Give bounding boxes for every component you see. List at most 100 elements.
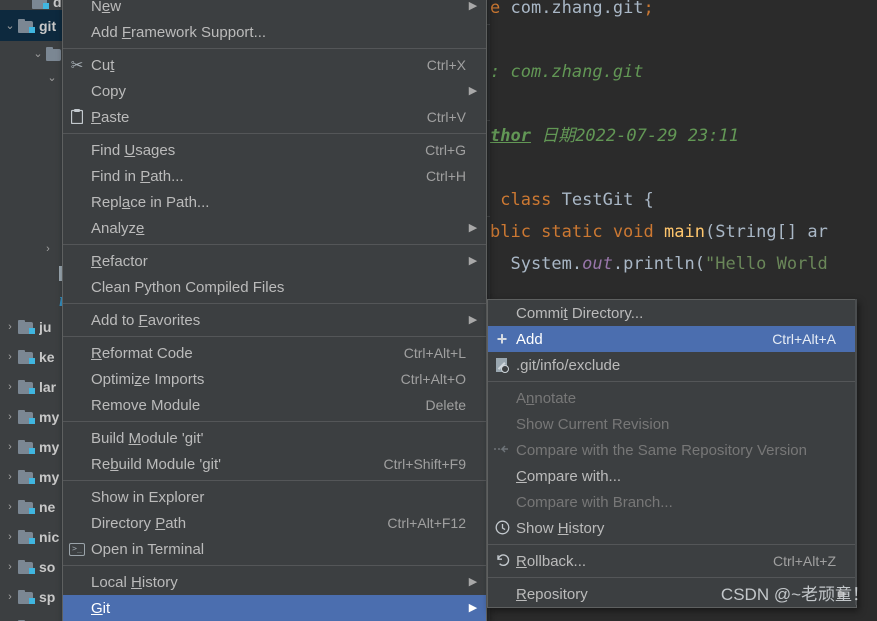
menu-item-annotate: Annotate xyxy=(488,385,856,411)
menu-item-remove-module[interactable]: Remove Module Delete xyxy=(63,392,486,418)
tree-row[interactable]: ⌄ git xyxy=(0,10,62,41)
tree-row-label: my xyxy=(39,408,60,425)
chevron-right-icon[interactable]: › xyxy=(2,321,18,333)
menu-item-icon-slot: ✂ xyxy=(63,58,91,73)
menu-item-shortcut: Ctrl+Alt+A xyxy=(772,331,836,347)
menu-item-clean-python-compiled-files[interactable]: Clean Python Compiled Files xyxy=(63,274,486,300)
menu-item-rollback[interactable]: Rollback... Ctrl+Alt+Z xyxy=(488,548,856,574)
menu-item-shortcut: Ctrl+X xyxy=(426,57,466,73)
menu-item-analyze[interactable]: Analyze ▶ xyxy=(63,215,486,241)
code-token: "Hello World xyxy=(704,254,828,274)
chevron-down-icon[interactable]: ⌄ xyxy=(30,47,46,60)
menu-item-build-module-git[interactable]: Build Module 'git' xyxy=(63,425,486,451)
menu-item-label: Refactor xyxy=(91,252,148,270)
clipboard-icon xyxy=(70,108,84,126)
chevron-right-icon[interactable]: › xyxy=(40,243,56,255)
menu-item-commit-directory[interactable]: Commit Directory... xyxy=(488,300,856,326)
chevron-down-icon[interactable]: ⌄ xyxy=(44,71,60,84)
tree-row-label: ju xyxy=(39,318,52,335)
tree-row[interactable]: › my xyxy=(0,461,62,492)
tree-row[interactable]: ⌄ xyxy=(0,62,62,93)
menu-item-icon-slot: >_ xyxy=(63,542,91,556)
clock-icon xyxy=(495,520,510,537)
menu-item-replace-in-path[interactable]: Replace in Path... xyxy=(63,189,486,215)
tree-row[interactable]: › ne xyxy=(0,491,62,522)
chevron-right-icon[interactable]: › xyxy=(2,381,18,393)
menu-item-paste[interactable]: Paste Ctrl+V xyxy=(63,104,486,130)
menu-item-local-history[interactable]: Local History ▶ xyxy=(63,569,486,595)
menu-item-label: Add xyxy=(516,330,543,348)
tree-row[interactable]: › ke xyxy=(0,341,62,372)
menu-separator xyxy=(488,544,856,545)
menu-separator xyxy=(488,577,856,578)
menu-item-reformat-code[interactable]: Reformat Code Ctrl+Alt+L xyxy=(63,340,486,366)
chevron-right-icon[interactable]: › xyxy=(2,471,18,483)
git-submenu[interactable]: Commit Directory... + Add Ctrl+Alt+A .git/in… xyxy=(487,299,857,608)
folder-icon xyxy=(46,46,62,61)
context-menu[interactable]: New ▶ Add Framework Support... ✂ Cut Ctrl+X Co… xyxy=(62,0,487,621)
terminal-icon: >_ xyxy=(69,542,85,556)
menu-item-directory-path[interactable]: Directory Path Ctrl+Alt+F12 xyxy=(63,510,486,536)
menu-item-shortcut: Ctrl+H xyxy=(425,168,466,184)
menu-item-add-to-favorites[interactable]: Add to Favorites ▶ xyxy=(63,307,486,333)
menu-item-label: Build Module 'git' xyxy=(91,429,204,447)
code-token: class xyxy=(490,190,562,210)
chevron-right-icon[interactable]: › xyxy=(2,501,18,513)
menu-item-find-in-path[interactable]: Find in Path... Ctrl+H xyxy=(63,163,486,189)
chevron-right-icon[interactable]: › xyxy=(2,561,18,573)
menu-item-git[interactable]: Git ▶ xyxy=(63,595,486,621)
tree-row[interactable]: ›sp xyxy=(0,581,62,612)
chevron-right-icon[interactable]: › xyxy=(2,411,18,423)
menu-item-show-history[interactable]: Show History xyxy=(488,515,856,541)
menu-item-git-info-exclude[interactable]: .git/info/exclude xyxy=(488,352,856,378)
menu-item-compare-with-same-repository-version: Compare with the Same Repository Version xyxy=(488,437,856,463)
menu-item-label: Show History xyxy=(516,519,605,537)
project-tree[interactable]: de⌄git⌄⌄›m›ju›ke›lar›my›my›my›ne›nic›so›… xyxy=(0,0,62,621)
tree-row[interactable]: ›sp xyxy=(0,611,62,621)
menu-item-label: Copy xyxy=(91,82,127,100)
menu-item-find-usages[interactable]: Find Usages Ctrl+G xyxy=(63,137,486,163)
module-folder-icon xyxy=(18,529,35,544)
tree-row[interactable]: › my xyxy=(0,431,62,462)
tree-row[interactable]: › lar xyxy=(0,371,62,402)
chevron-down-icon[interactable]: ⌄ xyxy=(2,19,18,32)
menu-separator xyxy=(63,48,486,49)
menu-item-compare-with[interactable]: Compare with... xyxy=(488,463,856,489)
tree-row[interactable]: › ju xyxy=(0,311,62,342)
submenu-arrow-icon: ▶ xyxy=(468,221,478,234)
menu-item-shortcut: Ctrl+Alt+O xyxy=(400,371,466,387)
tree-row[interactable]: › so xyxy=(0,551,62,582)
menu-item-label: Cut xyxy=(91,56,115,74)
module-folder-icon xyxy=(18,349,35,364)
menu-item-shortcut: Ctrl+Alt+Z xyxy=(772,553,836,569)
menu-item-open-in-terminal[interactable]: >_ Open in Terminal xyxy=(63,536,486,562)
menu-item-new[interactable]: New ▶ xyxy=(63,0,486,19)
menu-item-show-in-explorer[interactable]: Show in Explorer xyxy=(63,484,486,510)
menu-item-rebuild-module-git[interactable]: Rebuild Module 'git' Ctrl+Shift+F9 xyxy=(63,451,486,477)
menu-separator xyxy=(63,421,486,422)
tree-row[interactable]: › my xyxy=(0,401,62,432)
chevron-right-icon[interactable]: › xyxy=(2,591,18,603)
code-token: System. xyxy=(490,254,583,274)
menu-item-icon-slot xyxy=(488,443,516,457)
module-folder-icon xyxy=(18,409,35,424)
code-line: class TestGit { xyxy=(490,184,654,216)
menu-item-label: Add to Favorites xyxy=(91,311,201,329)
menu-item-copy[interactable]: Copy ▶ xyxy=(63,78,486,104)
code-line: System.out.println("Hello World xyxy=(490,248,828,280)
tree-row[interactable]: › nic xyxy=(0,521,62,552)
menu-separator xyxy=(63,336,486,337)
plus-icon: + xyxy=(496,329,508,349)
menu-item-add[interactable]: + Add Ctrl+Alt+A xyxy=(488,326,856,352)
menu-item-label: Open in Terminal xyxy=(91,540,205,558)
menu-item-refactor[interactable]: Refactor ▶ xyxy=(63,248,486,274)
chevron-right-icon[interactable]: › xyxy=(2,531,18,543)
chevron-right-icon[interactable]: › xyxy=(2,441,18,453)
menu-item-add-framework-support[interactable]: Add Framework Support... xyxy=(63,19,486,45)
menu-item-shortcut: Ctrl+Alt+F12 xyxy=(387,515,466,531)
chevron-right-icon[interactable]: › xyxy=(2,351,18,363)
menu-item-cut[interactable]: ✂ Cut Ctrl+X xyxy=(63,52,486,78)
menu-item-label: Clean Python Compiled Files xyxy=(91,278,285,296)
module-folder-icon xyxy=(18,319,35,334)
menu-item-optimize-imports[interactable]: Optimize Imports Ctrl+Alt+O xyxy=(63,366,486,392)
